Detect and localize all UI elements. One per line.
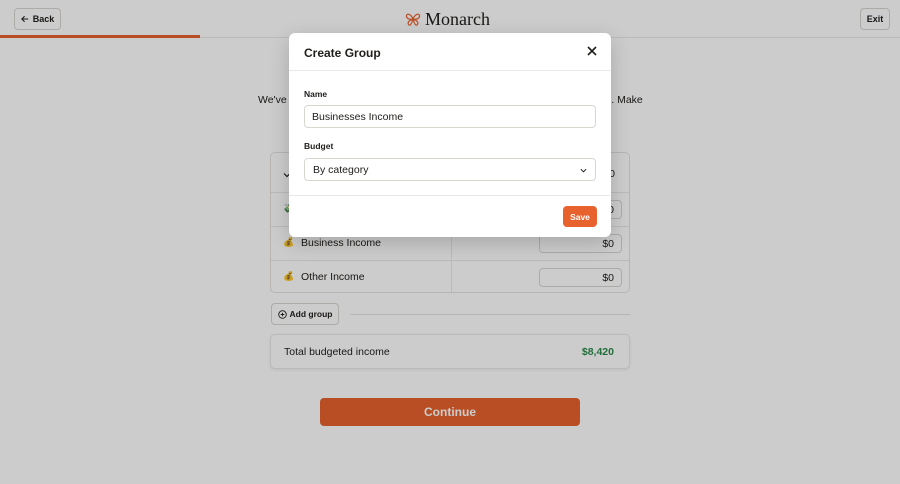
modal-header: Create Group [289, 33, 611, 71]
close-icon[interactable] [585, 44, 599, 58]
chevron-down-icon [580, 168, 587, 173]
budget-select[interactable]: By category [304, 158, 596, 181]
create-group-modal: Create Group Name Businesses Income Budg… [289, 33, 611, 237]
budget-select-value: By category [313, 164, 369, 176]
group-name-input[interactable]: Businesses Income [304, 105, 596, 128]
modal-title: Create Group [304, 46, 381, 60]
name-field-label: Name [304, 89, 328, 99]
budget-field-label: Budget [304, 141, 334, 151]
modal-footer-divider [289, 195, 611, 196]
save-button[interactable]: Save [563, 206, 597, 227]
